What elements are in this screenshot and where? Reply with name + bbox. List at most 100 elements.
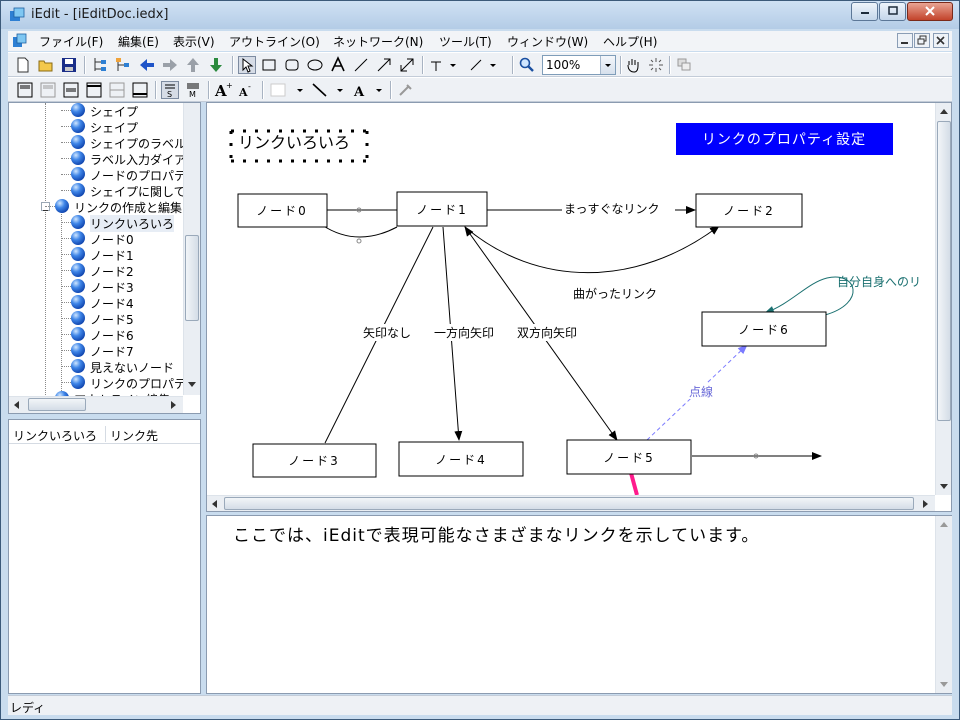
align-top-button[interactable] bbox=[16, 81, 34, 99]
fill-color-button[interactable] bbox=[268, 81, 308, 99]
tree-item[interactable]: シェイプのラベル bbox=[9, 134, 186, 151]
link-curved[interactable] bbox=[464, 225, 720, 274]
note-vertical-scrollbar[interactable] bbox=[935, 516, 952, 693]
menu-view[interactable]: 表示(V) bbox=[173, 33, 215, 50]
pan-tool-button[interactable] bbox=[624, 56, 642, 74]
zoom-button[interactable] bbox=[518, 56, 536, 74]
menu-network[interactable]: ネットワーク(N) bbox=[333, 33, 423, 50]
font-smaller-button[interactable]: A- bbox=[237, 81, 255, 99]
move-up-button[interactable] bbox=[184, 56, 202, 74]
sparkle-tool-button[interactable] bbox=[647, 56, 665, 74]
document-icon[interactable] bbox=[12, 33, 28, 49]
tree-horizontal-scrollbar[interactable] bbox=[9, 396, 183, 413]
maximize-button[interactable] bbox=[879, 2, 906, 21]
tree-item[interactable]: リンクのプロパテ bbox=[9, 374, 186, 391]
line-tool-button[interactable] bbox=[352, 56, 370, 74]
tree-item[interactable]: ノード2 bbox=[9, 262, 183, 279]
tree-item[interactable]: ノード5 bbox=[9, 310, 183, 327]
line-style-button[interactable] bbox=[468, 56, 498, 74]
canvas-horizontal-scrollbar[interactable] bbox=[207, 495, 935, 511]
tree-item[interactable]: ノード4 bbox=[9, 294, 183, 311]
tree-item[interactable]: シェイプ bbox=[9, 118, 183, 135]
selected-title-shape[interactable]: リンクいろいろ bbox=[229, 129, 369, 163]
align-center-button[interactable] bbox=[108, 81, 126, 99]
select-tool-button[interactable] bbox=[238, 56, 256, 74]
save-button[interactable] bbox=[60, 56, 78, 74]
open-button[interactable] bbox=[37, 56, 55, 74]
tree-item[interactable]: ラベル入力ダイア bbox=[9, 150, 186, 167]
scroll-up-icon[interactable] bbox=[940, 522, 948, 528]
scroll-thumb[interactable] bbox=[28, 398, 86, 411]
node-6[interactable]: ノード6 bbox=[701, 311, 827, 347]
node-3[interactable]: ノード3 bbox=[252, 443, 377, 478]
mdi-minimize-button[interactable] bbox=[897, 33, 913, 48]
tree-item[interactable]: ノード1 bbox=[9, 246, 183, 263]
note-text[interactable]: ここでは、iEditで表現可能なさまざまなリンクを示しています。 bbox=[233, 521, 759, 546]
canvas-vertical-scrollbar[interactable] bbox=[935, 103, 951, 495]
double-arrow-tool-button[interactable] bbox=[398, 56, 416, 74]
network-diagram[interactable]: リンクいろいろ リンクのプロパティ設定 まっすぐなリンク 曲がったリンク 矢印な… bbox=[207, 103, 935, 495]
link-label-two-way[interactable]: 双方向矢印 bbox=[517, 325, 577, 340]
add-sibling-button[interactable] bbox=[114, 56, 132, 74]
roundrect-tool-button[interactable] bbox=[283, 56, 301, 74]
rect-tool-button[interactable] bbox=[260, 56, 278, 74]
align-middle-button[interactable] bbox=[39, 81, 57, 99]
close-button[interactable] bbox=[907, 2, 953, 21]
move-down-button[interactable] bbox=[207, 56, 225, 74]
move-right-button[interactable] bbox=[161, 56, 179, 74]
scroll-right-icon[interactable] bbox=[171, 401, 177, 409]
tree-item[interactable]: ノード6 bbox=[9, 326, 183, 343]
font-color-button[interactable]: A bbox=[351, 81, 389, 99]
node-2[interactable]: ノード2 bbox=[695, 193, 803, 228]
tree-item[interactable]: ノード0 bbox=[9, 230, 183, 247]
scroll-thumb[interactable] bbox=[224, 497, 914, 510]
format-painter-button[interactable] bbox=[396, 81, 414, 99]
scroll-up-icon[interactable] bbox=[940, 109, 948, 115]
scroll-thumb[interactable] bbox=[937, 121, 951, 421]
menu-window[interactable]: ウィンドウ(W) bbox=[507, 33, 588, 50]
tree-item[interactable]: ノード7 bbox=[9, 342, 183, 359]
font-larger-button[interactable]: A + bbox=[214, 81, 232, 99]
align-bottom-button[interactable] bbox=[62, 81, 80, 99]
menu-file[interactable]: ファイル(F) bbox=[39, 33, 103, 50]
link-label-straight[interactable]: まっすぐなリンク bbox=[564, 202, 660, 216]
minimize-button[interactable] bbox=[851, 2, 878, 21]
align-left-button[interactable] bbox=[85, 81, 103, 99]
link-label-dashed[interactable]: 点線 bbox=[689, 384, 713, 399]
menu-outline[interactable]: アウトライン(O) bbox=[229, 33, 320, 50]
scroll-down-icon[interactable] bbox=[940, 682, 948, 688]
connector-style-button[interactable] bbox=[428, 56, 458, 74]
note-editor[interactable]: ここでは、iEditで表現可能なさまざまなリンクを示しています。 bbox=[206, 515, 952, 694]
link-label-no-arrow[interactable]: 矢印なし bbox=[363, 326, 411, 340]
mdi-close-button[interactable] bbox=[933, 33, 949, 48]
text-tool-button[interactable] bbox=[329, 56, 347, 74]
line-color-button[interactable] bbox=[310, 81, 348, 99]
column-divider[interactable] bbox=[105, 426, 106, 442]
link-label-one-way[interactable]: 一方向矢印 bbox=[434, 325, 494, 340]
zoom-select[interactable]: 100% bbox=[542, 55, 616, 75]
single-line-button[interactable]: S bbox=[161, 81, 179, 99]
tree-item[interactable]: ノード3 bbox=[9, 278, 183, 295]
scroll-left-icon[interactable] bbox=[212, 500, 218, 508]
arrow-tool-button[interactable] bbox=[375, 56, 393, 74]
add-child-button[interactable] bbox=[91, 56, 109, 74]
tree-item[interactable]: 見えないノード bbox=[9, 358, 183, 375]
scroll-down-icon[interactable] bbox=[940, 484, 948, 490]
tree-item[interactable]: シェイプ bbox=[9, 103, 183, 119]
link-list[interactable]: リンクいろいろ リンク先 bbox=[8, 419, 201, 694]
menu-tools[interactable]: ツール(T) bbox=[439, 33, 492, 50]
network-canvas[interactable]: リンクいろいろ リンクのプロパティ設定 まっすぐなリンク 曲がったリンク 矢印な… bbox=[206, 102, 952, 512]
link-property-button[interactable]: リンクのプロパティ設定 bbox=[676, 123, 893, 155]
node-4[interactable]: ノード4 bbox=[398, 441, 524, 477]
multi-line-button[interactable]: M bbox=[184, 81, 202, 99]
mdi-restore-button[interactable] bbox=[914, 33, 930, 48]
tree-vertical-scrollbar[interactable] bbox=[183, 103, 200, 395]
layout-button[interactable] bbox=[675, 56, 693, 74]
tree-item[interactable]: シェイプに関して bbox=[9, 182, 186, 199]
scroll-right-icon[interactable] bbox=[923, 500, 929, 508]
link-handle[interactable] bbox=[356, 238, 362, 244]
column-header-target[interactable]: リンク先 bbox=[110, 427, 158, 444]
node-5[interactable]: ノード5 bbox=[566, 439, 692, 475]
move-left-button[interactable] bbox=[138, 56, 156, 74]
menu-edit[interactable]: 編集(E) bbox=[118, 33, 159, 50]
